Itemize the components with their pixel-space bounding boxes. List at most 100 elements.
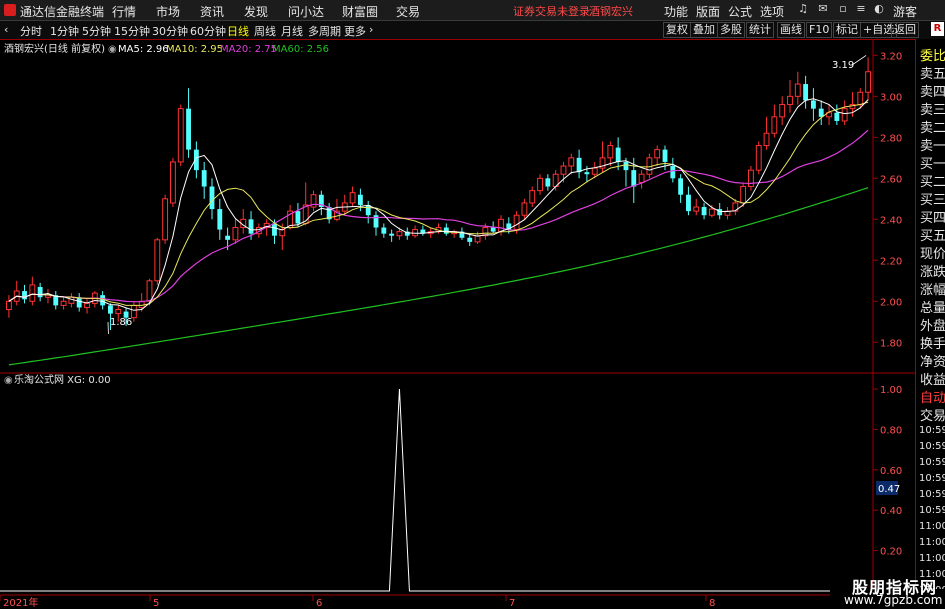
candle-body-down xyxy=(381,227,387,234)
candle-body-down xyxy=(717,209,723,216)
candle-body-up xyxy=(115,309,122,315)
back-button[interactable]: 返回 xyxy=(891,22,919,38)
menu-trade[interactable]: 交易 xyxy=(396,3,420,20)
y-tick-label: 2.20 xyxy=(880,256,902,267)
mark-button[interactable]: 标记 xyxy=(833,22,861,38)
candle-body-down xyxy=(662,149,668,162)
candles-layer[interactable] xyxy=(5,57,872,331)
adjust-button[interactable]: 复权 xyxy=(663,22,691,38)
indicator-legend: 乐淘公式网 XG: 0.00 xyxy=(14,373,111,386)
list-icon[interactable]: ≡ xyxy=(854,2,868,16)
period-tab-daily[interactable]: 日线 xyxy=(227,23,249,39)
draw-line-button[interactable]: 画线 xyxy=(777,22,805,38)
candle-body-down xyxy=(22,291,27,300)
candle-body-down xyxy=(76,297,82,308)
indicator-settings-icon[interactable]: ◉ xyxy=(4,375,13,386)
visitor-label[interactable]: 游客 xyxy=(893,3,917,20)
login-warning[interactable]: 证券交易未登录 xyxy=(513,3,590,19)
candle-body-up xyxy=(396,231,403,237)
candle-body-up xyxy=(771,116,778,134)
menu-wealth-circle[interactable]: 财富圈 xyxy=(342,3,378,20)
candle-body-up xyxy=(154,239,161,282)
multi-stock-button[interactable]: 多股 xyxy=(717,22,745,38)
candle-body-up xyxy=(474,235,481,243)
menu-market[interactable]: 行情 xyxy=(112,3,136,20)
rp-item-turnover: 换手 xyxy=(920,337,945,352)
ma20-line xyxy=(8,129,869,303)
candle-body-up xyxy=(779,104,786,118)
bell-icon[interactable]: ♫ xyxy=(796,2,810,16)
xg-indicator-layer xyxy=(0,388,873,592)
rp-item-outer: 外盘 xyxy=(920,319,945,334)
chart-grid xyxy=(0,39,915,609)
y-tick-label: 3.20 xyxy=(880,51,902,62)
indicator-tick-label: 0.80 xyxy=(880,425,902,436)
indicator-current-value: 0.47 xyxy=(878,484,900,495)
ma20-legend: MA20: 2.75 xyxy=(220,44,277,55)
high-price-label: 3.19 xyxy=(832,60,854,71)
ma-lines-layer xyxy=(8,55,869,366)
period-tab-60min[interactable]: 60分钟 xyxy=(190,23,226,39)
candle-body-down xyxy=(186,108,191,150)
indicator-tick-label: 1.00 xyxy=(880,385,902,396)
candle-body-down xyxy=(545,178,551,187)
candle-body-up xyxy=(68,296,75,304)
kline-chart[interactable]: 3.20 3.00 2.80 2.60 2.40 2.20 2.00 1.80 1.00 0.80… xyxy=(0,39,915,609)
r-badge[interactable]: R xyxy=(931,22,944,36)
candle-body-up xyxy=(513,214,520,231)
more-chevron-icon[interactable]: › xyxy=(369,23,373,36)
candle-body-up xyxy=(857,91,864,106)
period-tab-monthly[interactable]: 月线 xyxy=(281,23,303,39)
toolbar-chevron-icon[interactable]: ‹ xyxy=(4,23,8,36)
period-tab-multi[interactable]: 多周期 xyxy=(308,23,341,39)
period-tab-15min[interactable]: 15分钟 xyxy=(114,23,150,39)
indicator-tick-label: 0.60 xyxy=(880,466,902,477)
candle-body-up xyxy=(130,304,137,319)
candle-body-down xyxy=(108,305,113,314)
ma10-line xyxy=(8,101,869,306)
candle-body-up xyxy=(794,83,801,97)
period-tab-more[interactable]: 更多 xyxy=(344,23,366,39)
menu-news[interactable]: 资讯 xyxy=(200,3,224,20)
statistics-button[interactable]: 统计 xyxy=(746,22,774,38)
period-tab-intraday[interactable]: 分时 xyxy=(20,23,42,39)
candle-body-up xyxy=(841,108,848,122)
square-icon[interactable]: ▫ xyxy=(836,2,850,16)
candle-body-up xyxy=(787,95,793,106)
settings-icon[interactable]: ◉ xyxy=(108,44,117,55)
candle-body-up xyxy=(5,300,12,311)
menu-layout[interactable]: 版面 xyxy=(696,3,720,20)
ma5-legend: MA5: 2.96 xyxy=(118,44,169,55)
period-tab-weekly[interactable]: 周线 xyxy=(254,23,276,39)
title-stock-name: 酒钢宏兴 xyxy=(589,5,633,18)
candle-body-up xyxy=(654,149,661,159)
menu-options[interactable]: 选项 xyxy=(760,3,784,20)
auto-trade-link[interactable]: 自动 xyxy=(920,387,945,406)
x-tick-label: 2021年 xyxy=(3,596,38,609)
trade-time: 11:00 xyxy=(919,553,945,564)
mail-icon[interactable]: ✉ xyxy=(816,2,830,16)
candle-body-up xyxy=(748,169,754,188)
menu-formula[interactable]: 公式 xyxy=(728,3,752,20)
period-tab-1min[interactable]: 1分钟 xyxy=(50,23,79,39)
menu-markets[interactable]: 市场 xyxy=(156,3,180,20)
skin-icon[interactable]: ◐ xyxy=(872,2,886,16)
trade-time: 10:59 xyxy=(919,489,945,500)
overlay-button[interactable]: 叠加 xyxy=(690,22,718,38)
auto-trade-link-2[interactable]: 交易 xyxy=(920,405,945,424)
trade-time: 10:59 xyxy=(919,425,945,436)
f10-button[interactable]: F10 xyxy=(806,22,833,38)
period-tab-5min[interactable]: 5分钟 xyxy=(82,23,111,39)
menu-discover[interactable]: 发现 xyxy=(244,3,268,20)
candle-body-up xyxy=(529,190,536,204)
menu-wenxiaoda[interactable]: 问小达 xyxy=(288,3,324,20)
period-tab-30min[interactable]: 30分钟 xyxy=(152,23,188,39)
menu-function[interactable]: 功能 xyxy=(664,3,688,20)
y-tick-label: 2.60 xyxy=(880,174,902,185)
stock-legend-title: 酒钢宏兴(日线 前复权) xyxy=(4,42,105,55)
candle-body-up xyxy=(498,218,504,233)
candle-body-down xyxy=(201,170,207,187)
app-title: 通达信金融终端 xyxy=(20,5,105,19)
rp-item-sell5: 卖五 xyxy=(920,67,945,82)
candle-body-up xyxy=(521,202,528,216)
